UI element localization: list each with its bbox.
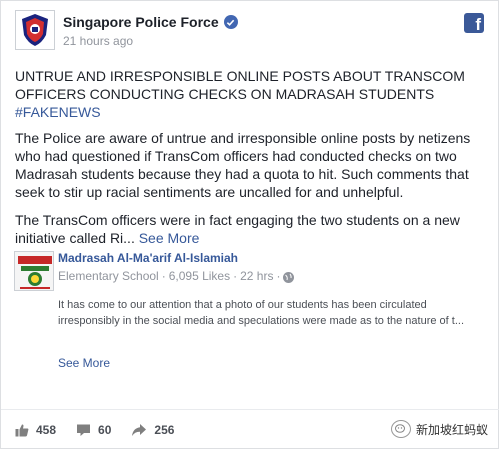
shared-page-likes: 6,095 Likes [168, 269, 231, 283]
post-paragraph-1: The Police are aware of untrue and irres… [15, 130, 471, 200]
see-more-link[interactable]: See More [139, 230, 200, 246]
shared-see-more-link[interactable]: See More [58, 356, 110, 370]
paragraph-2-text: The TransCom officers were in fact engag… [15, 212, 460, 246]
footer-divider [1, 409, 499, 410]
page-name-row: Singapore Police Force [63, 14, 238, 30]
meta-separator: · [161, 269, 166, 283]
comment-icon [77, 424, 91, 436]
share-count-button[interactable]: 256 [131, 423, 174, 437]
shared-page-meta: Elementary School · 6,095 Likes · 22 hrs… [58, 269, 295, 283]
post-paragraph-2: The TransCom officers were in fact engag… [15, 211, 487, 247]
comment-count: 60 [98, 423, 112, 437]
like-icon [15, 424, 29, 437]
shared-post-time[interactable]: 22 hrs [240, 269, 273, 283]
comment-count-button[interactable]: 60 [76, 423, 111, 437]
meta-separator: · [276, 269, 281, 283]
police-crest-icon [22, 14, 48, 46]
page-avatar[interactable] [15, 10, 55, 50]
post-timestamp[interactable]: 21 hours ago [63, 34, 133, 48]
madrasah-logo-icon [15, 252, 53, 290]
page-name-link[interactable]: Singapore Police Force [63, 14, 219, 30]
like-count: 458 [36, 423, 57, 437]
watermark: 新加坡红蚂蚁 [390, 420, 488, 438]
shared-post-text: It has come to our attention that a phot… [58, 299, 465, 327]
globe-icon [283, 271, 295, 283]
hashtag-link[interactable]: #FAKENEWS [15, 104, 101, 120]
shared-page-name-link[interactable]: Madrasah Al-Ma'arif Al-Islamiah [58, 251, 238, 265]
engagement-stats: 458 60 256 [15, 423, 174, 437]
verified-badge-icon [223, 15, 238, 29]
like-count-button[interactable]: 458 [15, 423, 56, 437]
shared-page-category: Elementary School [58, 269, 159, 283]
facebook-post-card: Singapore Police Force 21 hours ago f UN… [0, 0, 499, 449]
wechat-icon [390, 420, 411, 438]
share-icon [132, 424, 147, 436]
meta-separator: · [233, 269, 238, 283]
shared-page-avatar[interactable] [14, 251, 54, 291]
headline-text: UNTRUE AND IRRESPONSIBLE ONLINE POSTS AB… [15, 68, 465, 102]
post-headline: UNTRUE AND IRRESPONSIBLE ONLINE POSTS AB… [15, 67, 485, 121]
facebook-logo-icon: f [464, 13, 484, 33]
share-count: 256 [154, 423, 175, 437]
watermark-text: 新加坡红蚂蚁 [415, 422, 488, 437]
